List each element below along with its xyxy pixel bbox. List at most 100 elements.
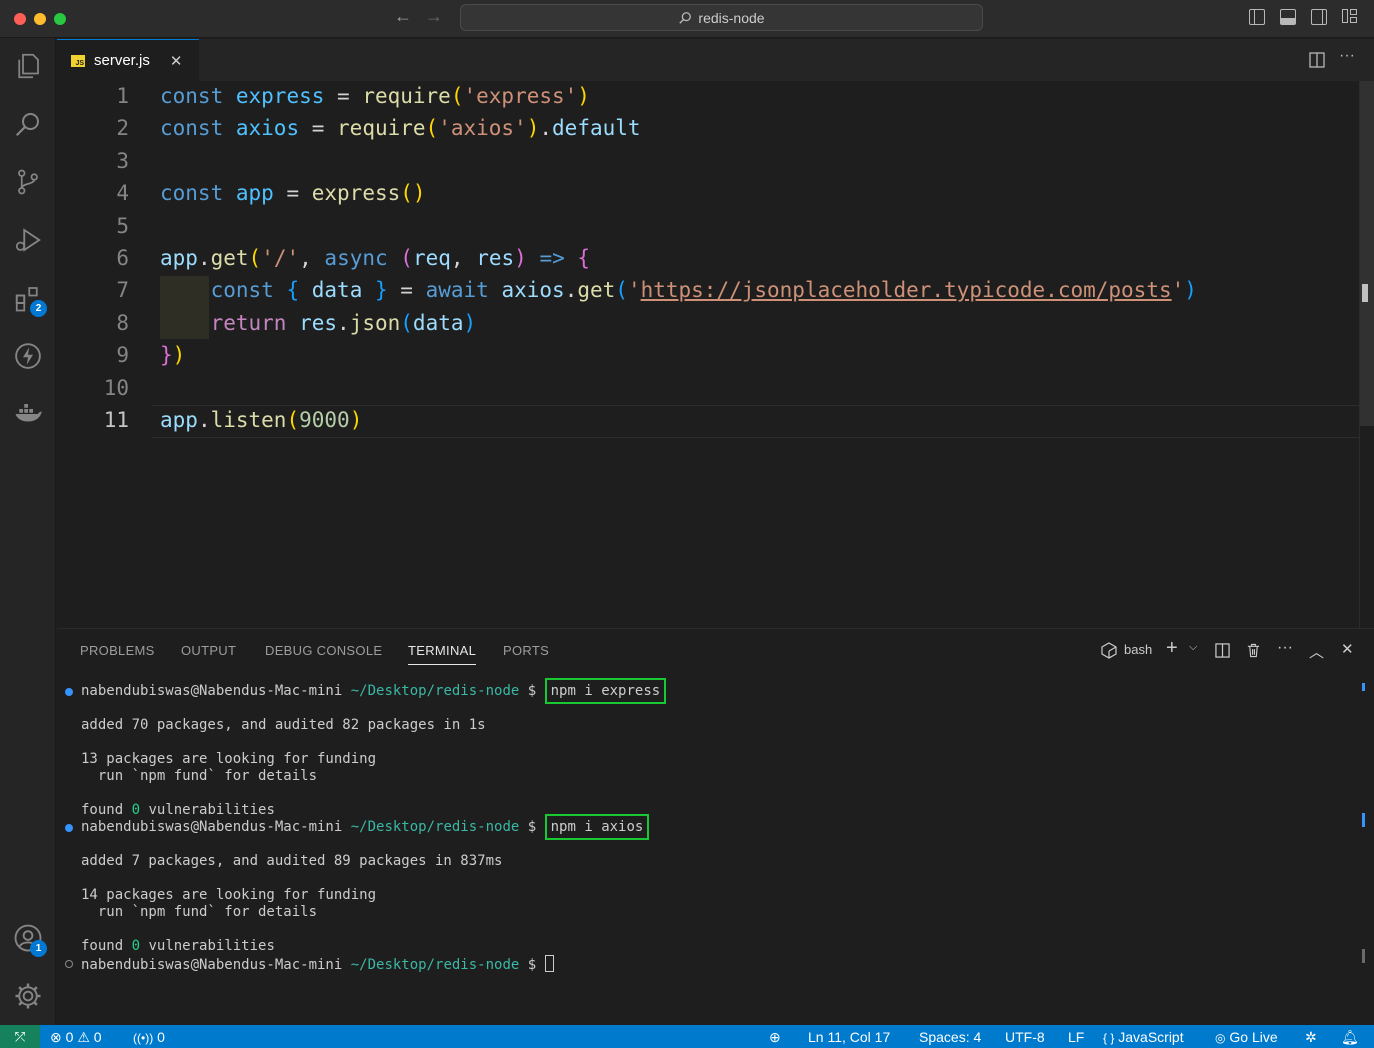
language-mode[interactable]: { } JavaScript: [1103, 1029, 1184, 1045]
notifications-bell-icon[interactable]: 🔔︎: [1341, 1029, 1359, 1046]
ports-status[interactable]: ((•)) 0: [133, 1029, 165, 1045]
split-terminal-icon[interactable]: [1215, 643, 1230, 658]
terminal-output-line: added 7 packages, and audited 89 package…: [81, 853, 503, 869]
chevron-down-icon[interactable]: ⌵: [1189, 641, 1197, 654]
tab-server-js[interactable]: JS server.js ✕: [57, 39, 199, 81]
tab-label: server.js: [94, 52, 150, 69]
tab-debug-console[interactable]: DEBUG CONSOLE: [265, 643, 382, 658]
accounts-badge: 1: [30, 940, 47, 957]
thunder-client-icon[interactable]: [10, 338, 46, 374]
minimize-window-button[interactable]: [34, 13, 46, 25]
command-success-dot: [65, 824, 73, 832]
code-line: const express = require('express'): [160, 84, 590, 108]
split-editor-icon[interactable]: [1309, 52, 1325, 68]
tab-output[interactable]: OUTPUT: [181, 643, 236, 658]
back-arrow-icon[interactable]: ←: [394, 6, 412, 27]
terminal-prompt-line: nabendubiswas@Nabendus-Mac-mini ~/Deskto…: [81, 678, 667, 704]
scrollbar-marker: [1362, 813, 1365, 827]
trash-icon[interactable]: [1246, 642, 1261, 658]
terminal-output-line: found 0 vulnerabilities: [81, 938, 275, 954]
line-number: 6: [116, 246, 129, 270]
command-success-dot: [65, 688, 73, 696]
terminal-output-line: found 0 vulnerabilities: [81, 802, 275, 818]
command-center-search[interactable]: redis-node: [460, 4, 983, 31]
customize-layout-icon[interactable]: [1342, 9, 1358, 25]
close-panel-icon[interactable]: ✕: [1341, 640, 1354, 658]
command-pending-dot: [65, 960, 73, 968]
code-editor[interactable]: 1 2 3 4 5 6 7 8 9 10 11 const express = …: [57, 81, 1374, 628]
code-line: const { data } = await axios.get('https:…: [210, 278, 1197, 302]
end-of-line[interactable]: LF: [1068, 1029, 1084, 1045]
encoding[interactable]: UTF-8: [1005, 1029, 1045, 1045]
tab-ports[interactable]: PORTS: [503, 643, 549, 658]
broadcast-icon: ◎: [1215, 1031, 1226, 1045]
line-number: 9: [116, 343, 129, 367]
close-window-button[interactable]: [14, 13, 26, 25]
activity-bar: 2 1: [0, 38, 56, 1025]
explorer-icon[interactable]: [10, 48, 46, 84]
highlighted-command: npm i express: [544, 678, 667, 704]
braces-icon: { }: [1103, 1031, 1115, 1045]
code-line: }): [160, 343, 186, 367]
tab-terminal[interactable]: TERMINAL: [408, 643, 477, 665]
toggle-primary-sidebar-icon[interactable]: [1249, 9, 1265, 25]
title-bar: ← → redis-node: [0, 0, 1374, 38]
line-number: 3: [116, 149, 129, 173]
remote-indicator[interactable]: ⤱: [0, 1025, 40, 1048]
terminal-shell-name[interactable]: bash: [1124, 642, 1152, 657]
toggle-secondary-sidebar-icon[interactable]: [1311, 9, 1327, 25]
status-bar: ⤱ ⊗ 0 ⚠ 0 ((•)) 0 ⊕ Ln 11, Col 17 Spaces…: [0, 1025, 1374, 1048]
run-and-debug-icon[interactable]: [10, 222, 46, 258]
error-icon: ⊗: [50, 1029, 62, 1045]
javascript-file-icon: JS: [71, 54, 85, 67]
new-terminal-icon[interactable]: +: [1166, 637, 1178, 660]
more-actions-icon[interactable]: ···: [1277, 639, 1293, 657]
maximize-window-button[interactable]: [54, 13, 66, 25]
bottom-panel: PROBLEMS OUTPUT DEBUG CONSOLE TERMINAL P…: [57, 628, 1374, 1025]
remote-icon: ⤱: [14, 1028, 26, 1044]
terminal-output-line: run `npm fund` for details: [81, 904, 318, 920]
code-line: app.listen(9000): [160, 408, 363, 432]
terminal-cursor: [544, 955, 554, 972]
code-line: return res.json(data): [210, 311, 477, 335]
more-actions-icon[interactable]: ···: [1339, 47, 1355, 65]
forward-arrow-icon[interactable]: →: [425, 6, 443, 27]
search-icon[interactable]: [10, 106, 46, 142]
close-tab-icon[interactable]: ✕: [170, 52, 183, 70]
manage-gear-icon[interactable]: [10, 978, 46, 1014]
line-number: 5: [116, 214, 129, 238]
tab-problems[interactable]: PROBLEMS: [80, 643, 155, 658]
terminal-prompt-line: nabendubiswas@Nabendus-Mac-mini ~/Deskto…: [81, 955, 554, 973]
terminal-output-line: 14 packages are looking for funding: [81, 887, 377, 903]
problems-status[interactable]: ⊗ 0 ⚠ 0: [50, 1029, 102, 1046]
window-title: redis-node: [698, 9, 765, 26]
warning-icon: ⚠: [77, 1029, 90, 1045]
editor-tab-bar: JS server.js ✕ ···: [57, 39, 1374, 81]
extensions-icon[interactable]: 2: [10, 280, 47, 317]
source-control-icon[interactable]: [10, 164, 46, 200]
scrollbar-marker: [1362, 949, 1365, 963]
maximize-panel-icon[interactable]: ︿: [1309, 641, 1324, 662]
line-number: 10: [103, 376, 129, 400]
scrollbar-thumb[interactable]: [1360, 81, 1374, 426]
editor-scrollbar[interactable]: [1359, 81, 1374, 628]
ports-icon: ((•)): [133, 1031, 154, 1045]
terminal-profile-icon: [1101, 642, 1117, 659]
terminal-output-line: 13 packages are looking for funding: [81, 751, 377, 767]
scrollbar-marker: [1362, 683, 1365, 691]
line-number: 8: [116, 311, 129, 335]
line-number: 2: [116, 116, 129, 140]
feedback-icon[interactable]: ✲: [1305, 1029, 1317, 1046]
go-live-button[interactable]: ◎ Go Live: [1215, 1029, 1278, 1045]
cursor-position[interactable]: Ln 11, Col 17: [808, 1029, 890, 1045]
indentation[interactable]: Spaces: 4: [919, 1029, 981, 1045]
extensions-badge: 2: [30, 300, 47, 317]
terminal-prompt-line: nabendubiswas@Nabendus-Mac-mini ~/Deskto…: [81, 814, 650, 840]
docker-icon[interactable]: [10, 396, 46, 432]
accounts-icon[interactable]: 1: [10, 920, 47, 957]
zoom-icon[interactable]: ⊕: [769, 1029, 781, 1046]
toggle-panel-icon[interactable]: [1280, 9, 1296, 25]
code-line: app.get('/', async (req, res) => {: [160, 246, 591, 270]
terminal[interactable]: nabendubiswas@Nabendus-Mac-mini ~/Deskto…: [57, 669, 1374, 1026]
line-number: 4: [116, 181, 129, 205]
